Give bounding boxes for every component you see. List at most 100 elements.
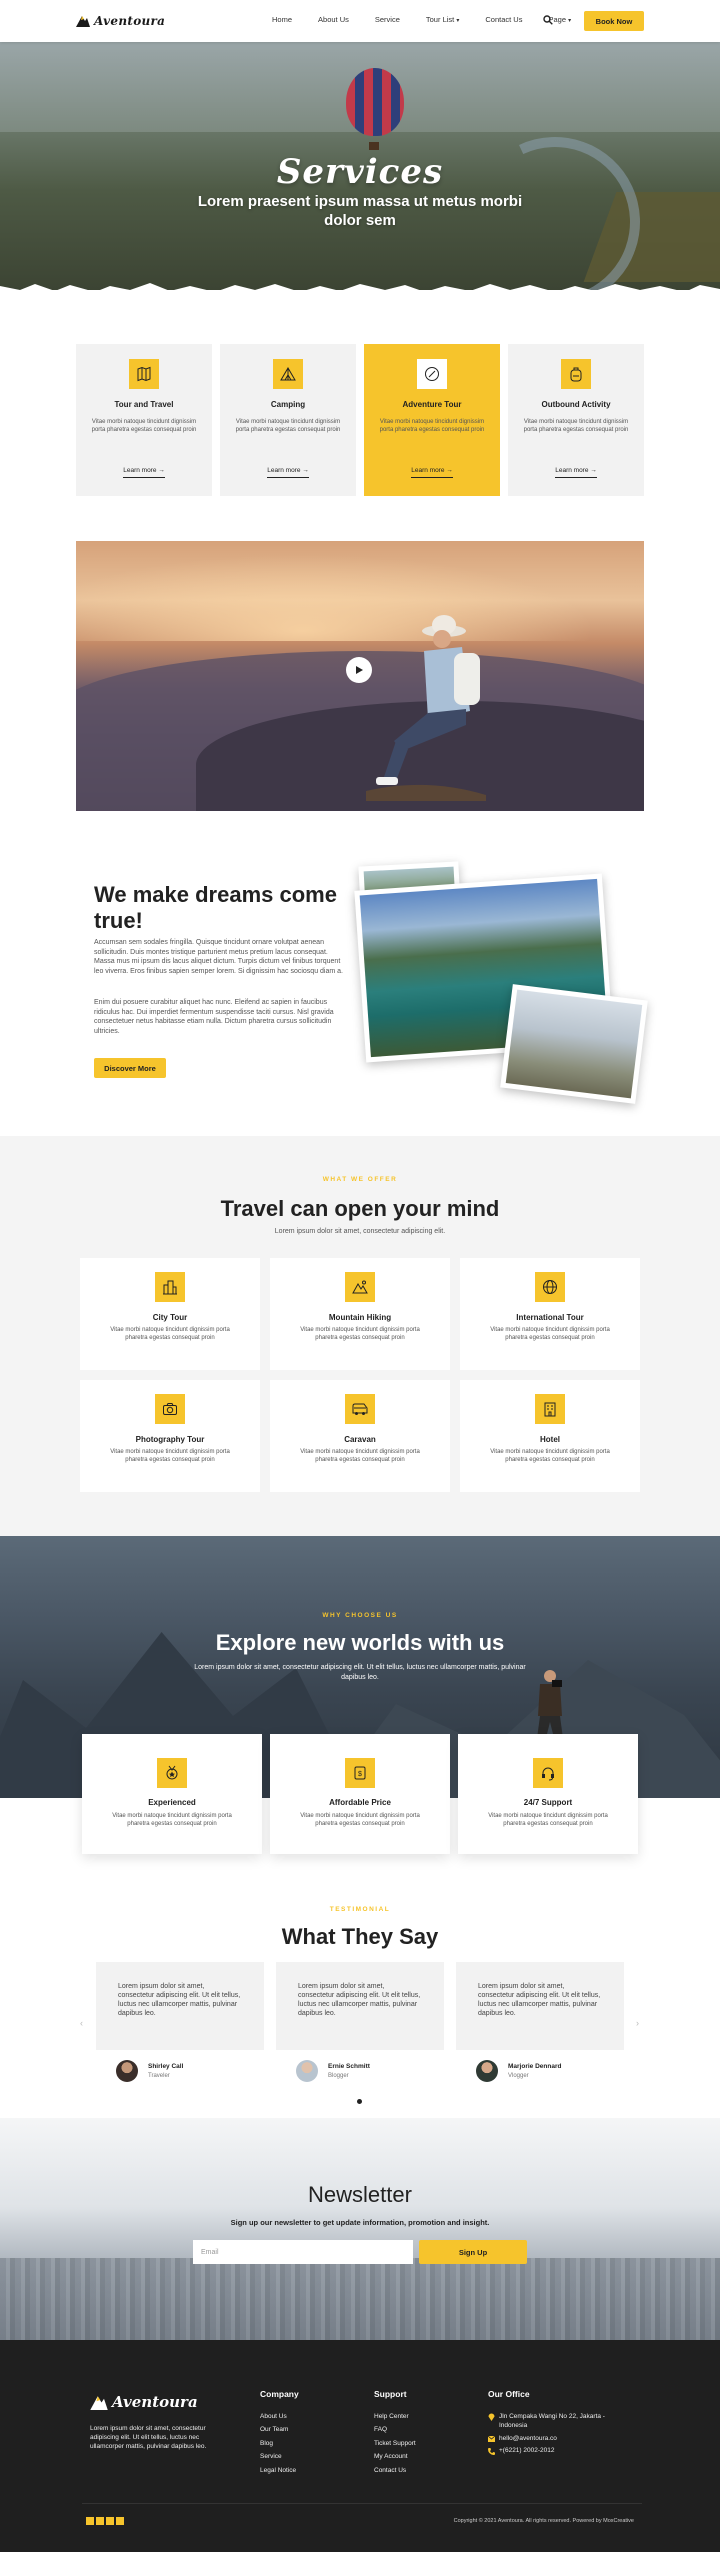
office-phone[interactable]: +(6221) 2002-2012 [499,2447,554,2454]
city-skyline-image [0,2258,720,2340]
phone-icon [488,2448,495,2455]
why-card-support[interactable]: 24/7 Support Vitae morbi natoque tincidu… [458,1734,638,1854]
footer-link-blog[interactable]: Blog [260,2440,273,2447]
footer-office-title: Our Office [488,2389,530,2399]
learn-more-link[interactable]: Learn more → [76,467,212,478]
prev-arrow-icon[interactable]: ‹ [80,2018,83,2028]
play-button[interactable] [346,657,372,683]
testimonial-text: Lorem ipsum dolor sit amet, consectetur … [298,1983,421,2017]
copyright-text: Copyright © 2021 Aventoura. All rights r… [453,2518,634,2524]
sign-up-button[interactable]: Sign Up [419,2240,527,2264]
offer-card-caravan[interactable]: Caravan Vitae morbi natoque tincidunt di… [270,1380,450,1492]
service-card-adventure-tour[interactable]: Adventure Tour Vitae morbi natoque tinci… [364,344,500,496]
hero-subtitle: Lorem praesent ipsum massa ut metus morb… [197,193,523,229]
footer-link-team[interactable]: Our Team [260,2426,288,2433]
testimonial-card: Lorem ipsum dolor sit amet, consectetur … [96,1962,264,2050]
newsletter-heading: Newsletter [308,2182,412,2207]
why-card-experienced[interactable]: Experienced Vitae morbi natoque tincidun… [82,1734,262,1854]
offer-card-city-tour[interactable]: City Tour Vitae morbi natoque tincidunt … [80,1258,260,1370]
offer-card-hotel[interactable]: Hotel Vitae morbi natoque tincidunt dign… [460,1380,640,1492]
learn-more-link[interactable]: Learn more → [220,467,356,478]
footer-link-service[interactable]: Service [260,2453,282,2460]
service-card-outbound-activity[interactable]: Outbound Activity Vitae morbi natoque ti… [508,344,644,496]
testimonial-role: Blogger [328,2073,349,2079]
testimonial-name: Ernie Schmitt [328,2063,370,2070]
testimonial-card: Lorem ipsum dolor sit amet, consectetur … [276,1962,444,2050]
instagram-icon[interactable] [106,2517,114,2525]
next-arrow-icon[interactable]: › [636,2018,639,2028]
offer-card-international-tour[interactable]: International Tour Vitae morbi natoque t… [460,1258,640,1370]
footer-brand-name: Aventoura [112,2393,198,2411]
support-icon [533,1758,563,1788]
why-heading: Explore new worlds with us [215,1630,505,1655]
offer-text: Vitae morbi natoque tincidunt dignissim … [110,1327,230,1341]
service-card-camping[interactable]: Camping Vitae morbi natoque tincidunt di… [220,344,356,496]
dreams-paragraph: Accumsan sem sodales fringilla. Quisque … [94,939,343,975]
medal-icon [157,1758,187,1788]
service-title: Camping [270,400,306,409]
offer-text: Vitae morbi natoque tincidunt dignissim … [110,1449,230,1463]
avatar [116,2060,138,2082]
footer-link-faq[interactable]: FAQ [374,2426,387,2433]
service-title: Tour and Travel [114,400,174,409]
discover-more-button[interactable]: Discover More [94,1058,166,1078]
hero-banner: Services Lorem praesent ipsum massa ut m… [0,42,720,290]
learn-more-link[interactable]: Learn more → [508,467,644,478]
offer-card-photography-tour[interactable]: Photography Tour Vitae morbi natoque tin… [80,1380,260,1492]
office-email[interactable]: hello@aventoura.co [499,2435,557,2442]
offer-title: City Tour [152,1313,188,1322]
footer-logo[interactable]: Aventoura [90,2393,198,2411]
offer-card-mountain-hiking[interactable]: Mountain Hiking Vitae morbi natoque tinc… [270,1258,450,1370]
carousel-dot-active[interactable] [357,2099,362,2104]
why-card-affordable-price[interactable]: $ Affordable Price Vitae morbi natoque t… [270,1734,450,1854]
footer-link-help[interactable]: Help Center [374,2413,409,2420]
dreams-paragraph: Enim dui posuere curabitur aliquet hac n… [94,999,334,1035]
offer-title: Mountain Hiking [328,1313,392,1322]
search-icon[interactable] [543,15,553,25]
footer-link-ticket[interactable]: Ticket Support [374,2440,416,2447]
offer-text: Vitae morbi natoque tincidunt dignissim … [490,1327,610,1341]
testimonial-card: Lorem ipsum dolor sit amet, consectetur … [456,1962,624,2050]
nav-tour-list-label: Tour List [425,15,455,24]
book-now-button[interactable]: Book Now [584,11,644,31]
why-title: Experienced [148,1798,196,1807]
nav-tour-list[interactable]: Tour List ▾ [426,15,459,24]
service-title: Adventure Tour [402,400,462,409]
footer-link-legal[interactable]: Legal Notice [260,2467,296,2474]
offer-text: Vitae morbi natoque tincidunt dignissim … [300,1449,420,1463]
newsletter-section: Newsletter Sign up our newsletter to get… [0,2118,720,2340]
offer-text: Vitae morbi natoque tincidunt dignissim … [300,1327,420,1341]
nav-service[interactable]: Service [375,15,400,24]
avatar [476,2060,498,2082]
mountain-icon [345,1272,375,1302]
offers-subtitle: Lorem ipsum dolor sit amet, consectetur … [274,1228,446,1235]
mountain-logo-icon [76,16,90,27]
youtube-icon[interactable] [116,2517,124,2525]
footer-link-account[interactable]: My Account [374,2453,408,2460]
offers-heading: Travel can open your mind [220,1196,500,1221]
facebook-icon[interactable] [86,2517,94,2525]
twitter-icon[interactable] [96,2517,104,2525]
footer-company-title: Company [260,2389,299,2399]
offer-title: Caravan [344,1435,376,1444]
newsletter-subtitle: Sign up our newsletter to get update inf… [230,2218,490,2227]
footer-link-about[interactable]: About Us [260,2413,287,2420]
footer-link-contact[interactable]: Contact Us [374,2467,406,2474]
offers-section: WHAT WE OFFER Travel can open your mind … [0,1136,720,1536]
service-text: Vitae morbi natoque tincidunt dignissim … [523,419,629,433]
brand-logo[interactable]: Aventoura [76,13,165,29]
promo-video[interactable] [76,541,644,811]
offers-eyebrow: WHAT WE OFFER [322,1176,398,1183]
hot-air-balloon-image [346,68,404,136]
backpack-icon [561,359,591,389]
email-input[interactable]: Email [193,2240,413,2264]
why-title: Affordable Price [329,1798,391,1807]
nav-contact[interactable]: Contact Us [485,15,522,24]
learn-more-link[interactable]: Learn more → [364,467,500,478]
dreams-heading: We make dreams come true! [94,882,337,933]
nav-about[interactable]: About Us [318,15,349,24]
hiker-resting-photo [500,984,648,1104]
nav-home[interactable]: Home [272,15,292,24]
testimonial-heading: What They Say [281,1924,439,1949]
service-card-tour-and-travel[interactable]: Tour and Travel Vitae morbi natoque tinc… [76,344,212,496]
